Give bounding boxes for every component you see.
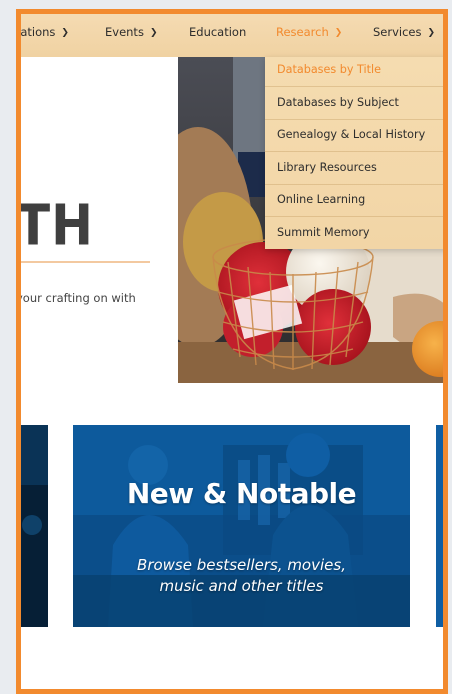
- promo-card-new-notable[interactable]: New & Notable Browse bestsellers, movies…: [73, 425, 410, 627]
- promo-subtitle-line: music and other titles: [159, 577, 324, 595]
- nav-item-label: Events: [105, 25, 144, 39]
- menu-item-online-learning[interactable]: Online Learning: [277, 193, 365, 206]
- promo-title: New & Notable: [126, 477, 357, 510]
- nav-item-label: cations: [16, 25, 56, 39]
- promo-subtitle: Browse bestsellers, movies, music and ot…: [73, 555, 410, 597]
- menu-item-databases-by-subject[interactable]: Databases by Subject: [277, 96, 399, 109]
- menu-divider: [265, 119, 443, 120]
- menu-item-databases-by-title[interactable]: Databases by Title: [277, 63, 381, 76]
- research-dropdown-menu: Databases by Title Databases by Subject …: [265, 57, 443, 249]
- hero-text: your crafting on with: [16, 291, 136, 305]
- menu-divider: [265, 216, 443, 217]
- nav-item-services[interactable]: Services ❯: [373, 25, 435, 39]
- chevron-down-icon: ❯: [149, 28, 158, 38]
- nav-item-label: Education: [189, 25, 247, 39]
- heading-divider: [21, 261, 150, 263]
- page: cations ❯ Events ❯ Education Research ❯ Ser…: [16, 14, 443, 689]
- browser-viewport: cations ❯ Events ❯ Education Research ❯ Ser…: [16, 9, 448, 694]
- main-nav: cations ❯ Events ❯ Education Research ❯ Ser…: [16, 14, 443, 57]
- menu-item-summit-memory[interactable]: Summit Memory: [277, 226, 370, 239]
- menu-item-genealogy-local-history[interactable]: Genealogy & Local History: [277, 128, 425, 141]
- nav-item-label: Research: [276, 25, 329, 39]
- promo-subtitle-line: Browse bestsellers, movies,: [137, 556, 346, 574]
- menu-item-library-resources[interactable]: Library Resources: [277, 161, 377, 174]
- promo-card-previous[interactable]: [21, 425, 48, 627]
- menu-divider: [265, 86, 443, 87]
- menu-divider: [265, 184, 443, 185]
- nav-item-research[interactable]: Research ❯: [276, 25, 342, 39]
- chevron-down-icon: ❯: [61, 28, 69, 38]
- nav-item-education[interactable]: Education: [189, 25, 246, 39]
- nav-item-events[interactable]: Events ❯: [105, 25, 157, 39]
- nav-item-locations[interactable]: cations ❯: [16, 25, 69, 39]
- nav-item-label: Services: [373, 25, 422, 39]
- chevron-down-icon: ❯: [334, 28, 343, 38]
- chevron-down-icon: ❯: [427, 28, 436, 38]
- menu-divider: [265, 151, 443, 152]
- hero-heading: TH: [16, 193, 94, 258]
- promo-card-next[interactable]: [436, 425, 443, 627]
